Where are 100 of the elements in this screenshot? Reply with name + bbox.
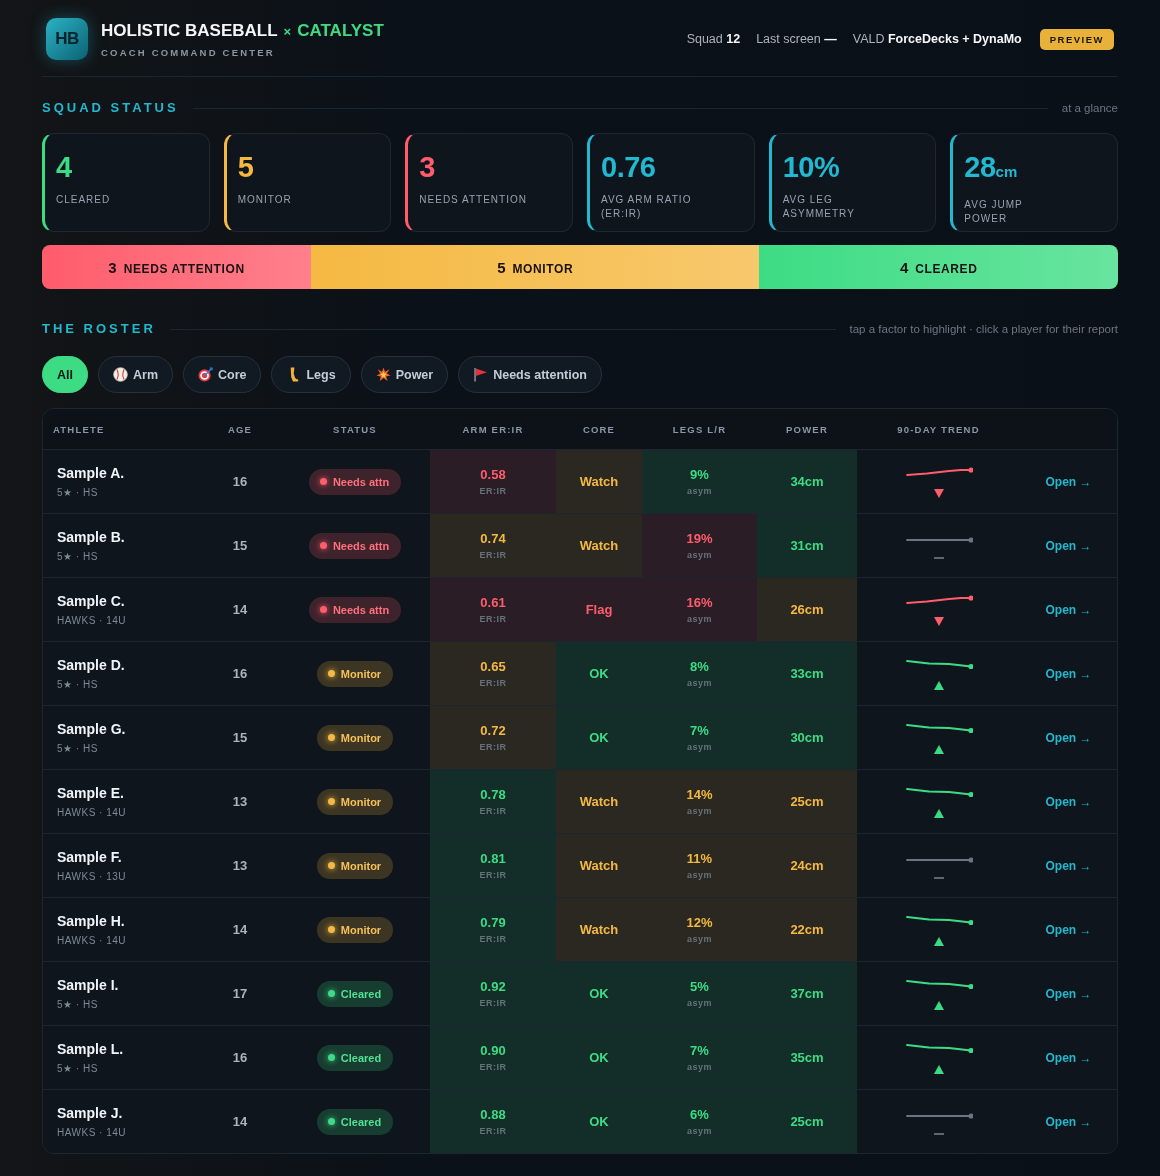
athlete-name: Sample D.	[57, 657, 126, 673]
metric-value: 25cm	[790, 1114, 824, 1129]
metric-value: 34cm	[790, 474, 824, 489]
athlete-team: 5★ · HS	[57, 743, 99, 754]
status-label: Needs attn	[332, 603, 390, 616]
filter-chip[interactable]: Legs	[271, 356, 351, 393]
app-subtitle: COACH COMMAND CENTER	[101, 46, 276, 58]
table-row[interactable]: Sample E. HAWKS · 14U 13 Monitor 0.78 ER:IR Watch 14% asym 25cm Open →	[43, 769, 1117, 833]
status-label: Monitor	[340, 859, 382, 872]
metric-value: 19%	[686, 531, 713, 546]
filter-chip[interactable]: Power	[360, 356, 449, 393]
age-text: 15	[232, 538, 248, 553]
open-link[interactable]: Open →	[1045, 666, 1092, 681]
open-link[interactable]: Open →	[1045, 794, 1092, 809]
open-link[interactable]: Open →	[1045, 730, 1092, 745]
table-row[interactable]: Sample A. 5★ · HS 16 Needs attn 0.58 ER:IR Watch 9% asym 34cm Open →	[43, 449, 1117, 513]
header-meta-text: Last screen —	[756, 32, 837, 46]
segment-count: 3	[108, 259, 117, 276]
title-separator: ×	[283, 22, 292, 41]
metric-value: OK	[589, 730, 609, 745]
section-note: tap a factor to highlight · click a player for their report	[849, 323, 1118, 335]
table-row[interactable]: Sample J. HAWKS · 14U 14 Cleared 0.88 ER:IR OK 6% asym 25cm Open →	[43, 1089, 1117, 1153]
open-link[interactable]: Open →	[1045, 1050, 1092, 1065]
metric-value: 0.81	[480, 851, 506, 866]
stat-value: 4	[56, 152, 72, 182]
open-link[interactable]: Open →	[1045, 986, 1092, 1001]
metric-value: 0.65	[480, 659, 506, 674]
age-text: 13	[232, 858, 248, 873]
section-title: THE ROSTER	[42, 322, 156, 336]
metric-unit: asym	[687, 550, 712, 560]
stat-label: CLEARED	[56, 193, 111, 207]
column-header: AGE	[226, 422, 254, 437]
stat-label: MONITOR	[237, 193, 292, 207]
age-text: 17	[232, 986, 248, 1001]
column-header: ATHLETE	[52, 422, 106, 437]
stat-value: 3	[419, 152, 435, 182]
athlete-name: Sample J.	[57, 1105, 124, 1121]
table-row[interactable]: Sample H. HAWKS · 14U 14 Monitor 0.79 ER:IR Watch 12% asym 22cm Open →	[43, 897, 1117, 961]
metric-unit: ER:IR	[479, 934, 507, 944]
metric-unit: asym	[687, 998, 712, 1008]
metric-value: 12%	[686, 915, 713, 930]
stat-label: AVG JUMP POWER	[964, 198, 1023, 226]
metric-value: Watch	[579, 794, 619, 809]
filter-chip[interactable]: All	[42, 356, 88, 393]
filter-chip[interactable]: Needs attention	[458, 356, 602, 393]
metric-unit: ER:IR	[479, 550, 507, 560]
athlete-name: Sample I.	[57, 977, 120, 993]
flag-icon	[473, 367, 489, 382]
metric-value: 0.90	[480, 1043, 506, 1058]
metric-unit: asym	[687, 486, 712, 496]
metric-value: 0.58	[480, 467, 506, 482]
open-link[interactable]: Open →	[1045, 922, 1092, 937]
table-row[interactable]: Sample C. HAWKS · 14U 14 Needs attn 0.61 ER:IR Flag 16% asym 26cm Open →	[43, 577, 1117, 641]
open-link[interactable]: Open →	[1045, 474, 1092, 489]
athlete-name: Sample A.	[57, 465, 126, 481]
table-row[interactable]: Sample I. 5★ · HS 17 Cleared 0.92 ER:IR OK 5% asym 37cm Open →	[43, 961, 1117, 1025]
table-row[interactable]: Sample F. HAWKS · 13U 13 Monitor 0.81 ER:IR Watch 11% asym 24cm Open →	[43, 833, 1117, 897]
metric-unit: asym	[687, 1126, 712, 1136]
metric-unit: ER:IR	[479, 806, 507, 816]
open-link[interactable]: Open →	[1045, 602, 1092, 617]
metric-value: OK	[589, 1114, 609, 1129]
table-row[interactable]: Sample L. 5★ · HS 16 Cleared 0.90 ER:IR OK 7% asym 35cm Open →	[43, 1025, 1117, 1089]
metric-value: 6%	[690, 1107, 709, 1122]
column-header: 90-DAY TREND	[896, 422, 981, 437]
athlete-team: HAWKS · 14U	[57, 935, 128, 946]
metric-unit: ER:IR	[479, 486, 507, 496]
stat-value: 0.76	[601, 152, 656, 182]
table-row[interactable]: Sample B. 5★ · HS 15 Needs attn 0.74 ER:IR Watch 19% asym 31cm Open →	[43, 513, 1117, 577]
open-link[interactable]: Open →	[1045, 538, 1092, 553]
column-header: LEGS L/R	[671, 422, 728, 437]
athlete-name: Sample B.	[57, 529, 126, 545]
segment-label: NEEDS ATTENTION	[123, 262, 245, 276]
metric-value: 24cm	[790, 858, 824, 873]
age-text: 14	[232, 922, 248, 937]
segment-count: 4	[899, 259, 909, 276]
metric-value: 8%	[690, 659, 709, 674]
target-icon	[198, 367, 213, 382]
logo: HB	[46, 18, 88, 60]
athlete-team: 5★ · HS	[57, 999, 99, 1010]
status-label: Monitor	[340, 795, 382, 808]
stat-label: NEEDS ATTENTION	[419, 193, 527, 207]
preview-badge: PREVIEW	[1039, 28, 1114, 50]
status-label: Cleared	[340, 987, 382, 1000]
section-title: SQUAD STATUS	[42, 101, 179, 115]
filter-chip[interactable]: Arm	[98, 356, 173, 393]
metric-value: 7%	[690, 1043, 709, 1058]
open-link[interactable]: Open →	[1045, 858, 1092, 873]
athlete-name: Sample G.	[57, 721, 127, 737]
table-row[interactable]: Sample D. 5★ · HS 16 Monitor 0.65 ER:IR OK 8% asym 33cm Open →	[43, 641, 1117, 705]
section-note: at a glance	[1061, 102, 1118, 114]
metric-value: 16%	[686, 595, 713, 610]
stat-label: AVG LEG ASYMMETRY	[782, 193, 855, 221]
table-row[interactable]: Sample G. 5★ · HS 15 Monitor 0.72 ER:IR OK 7% asym 30cm Open →	[43, 705, 1117, 769]
status-label: Cleared	[340, 1115, 382, 1128]
status-label: Needs attn	[332, 475, 390, 488]
age-text: 13	[232, 794, 248, 809]
app-title: HOLISTIC BASEBALL	[101, 20, 278, 41]
filter-chip[interactable]: Core	[183, 356, 262, 393]
open-link[interactable]: Open →	[1045, 1114, 1092, 1129]
metric-unit: ER:IR	[479, 1062, 507, 1072]
